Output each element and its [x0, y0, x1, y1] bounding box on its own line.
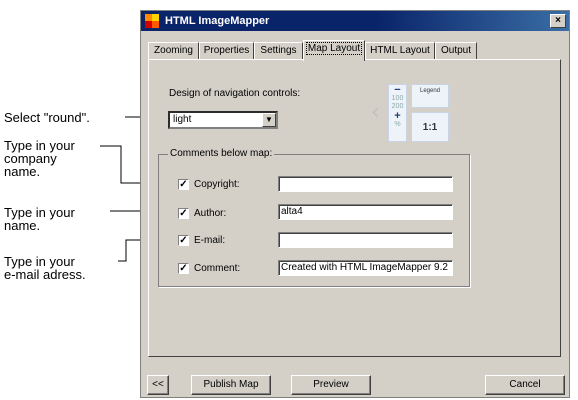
callout-select-round: Select "round".: [4, 110, 90, 125]
comment-field[interactable]: Created with HTML ImageMapper 9.2: [278, 260, 453, 276]
legend-preview: Legend: [411, 84, 449, 108]
copyright-checkbox[interactable]: ✓: [178, 179, 189, 190]
legend-preview-label: Legend: [419, 88, 441, 94]
comments-group-legend: Comments below map:: [168, 148, 275, 159]
copyright-label: Copyright:: [194, 179, 240, 190]
zoom-control-preview: − 100 200 + %: [388, 84, 407, 142]
comment-label: Comment:: [194, 263, 241, 274]
chevron-down-icon[interactable]: ▼: [262, 113, 276, 127]
publish-map-button[interactable]: Publish Map: [191, 375, 271, 395]
author-label: Author:: [194, 208, 227, 219]
tab-output[interactable]: Output: [435, 42, 477, 60]
tab-map-layout[interactable]: Map Layout: [303, 40, 365, 61]
tab-zooming[interactable]: Zooming: [148, 42, 199, 60]
email-checkbox[interactable]: ✓: [178, 235, 189, 246]
author-field[interactable]: alta4: [278, 204, 453, 220]
zoom-minus-icon: −: [394, 84, 401, 96]
tab-map-layout-label: Map Layout: [305, 42, 363, 55]
callout-name-line2: name.: [4, 218, 41, 233]
app-icon: [145, 14, 159, 28]
nav-control-preview: ‹ − 100 200 + % Legend 1:1: [369, 84, 449, 142]
comment-checkbox[interactable]: ✓: [178, 263, 189, 274]
close-icon[interactable]: ×: [550, 14, 566, 28]
zoom-value-1: 100: [391, 95, 404, 102]
callout-name: Type in your name.: [4, 206, 75, 232]
zoom-plus-icon: +: [394, 110, 401, 122]
callout-email: Type in your e-mail adress.: [4, 255, 86, 281]
imagemapper-window: HTML ImageMapper × Zooming Properties Se…: [140, 10, 570, 398]
email-label: E-mail:: [194, 235, 226, 246]
nav-design-selected: light: [173, 114, 192, 125]
tab-properties[interactable]: Properties: [199, 42, 254, 60]
back-button[interactable]: <<: [147, 375, 169, 395]
title-bar[interactable]: HTML ImageMapper ×: [141, 11, 569, 31]
email-field[interactable]: [278, 232, 453, 248]
nav-design-select[interactable]: light ▼: [168, 111, 278, 129]
zoom-percent: %: [394, 121, 401, 128]
nav-design-label: Design of navigation controls:: [169, 88, 301, 99]
callout-email-line2: e-mail adress.: [4, 267, 86, 282]
callout-company: Type in your company name.: [4, 139, 75, 178]
tab-settings[interactable]: Settings: [254, 42, 303, 60]
preview-button[interactable]: Preview: [291, 375, 371, 395]
author-checkbox[interactable]: ✓: [178, 208, 189, 219]
window-title: HTML ImageMapper: [165, 15, 270, 27]
copyright-field[interactable]: [278, 176, 453, 192]
cancel-button[interactable]: Cancel: [485, 375, 565, 395]
callout-company-line3: name.: [4, 164, 41, 179]
tab-html-layout[interactable]: HTML Layout: [365, 42, 435, 60]
chevron-left-icon: ‹: [371, 100, 380, 125]
one-to-one-preview: 1:1: [411, 112, 449, 142]
